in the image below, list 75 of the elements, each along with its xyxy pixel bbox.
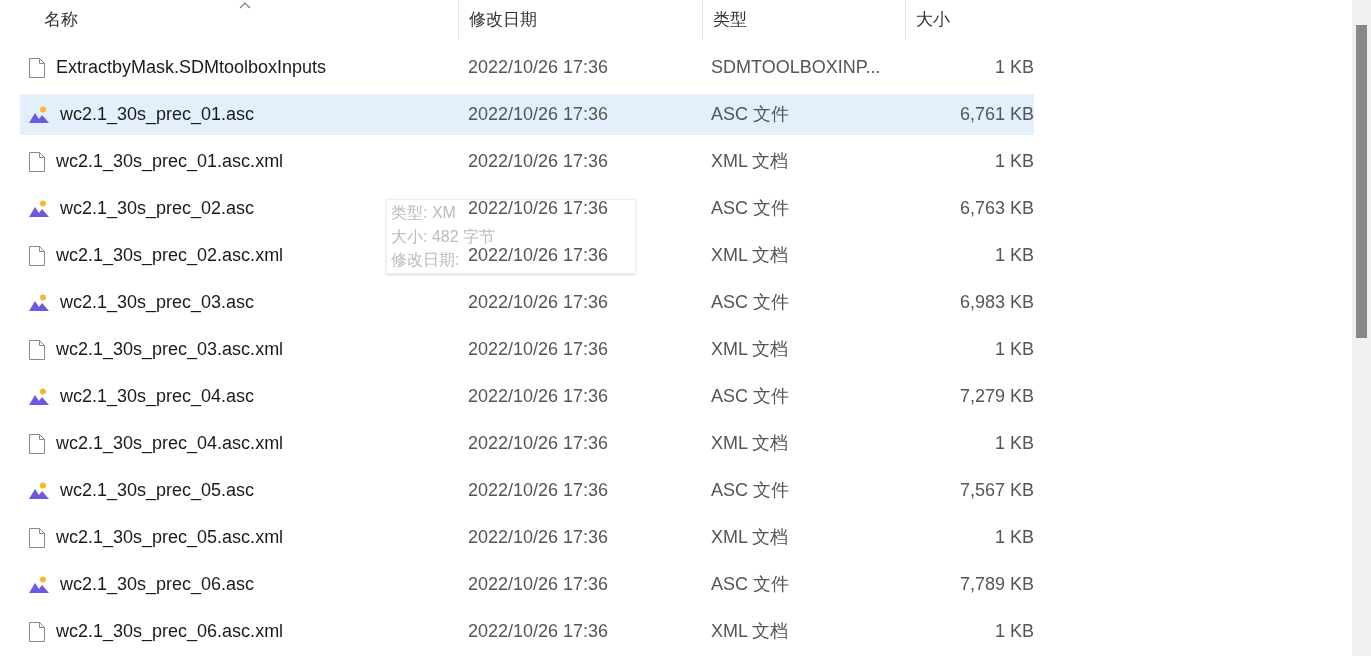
file-size: 1 KB xyxy=(994,433,1034,453)
file-size: 1 KB xyxy=(994,621,1034,641)
document-icon xyxy=(28,244,46,267)
file-name: wc2.1_30s_prec_04.asc xyxy=(60,385,255,409)
mountain-icon xyxy=(28,575,50,594)
file-name: wc2.1_30s_prec_01.asc.xml xyxy=(56,150,284,174)
document-icon xyxy=(28,150,46,173)
column-header[interactable]: 大小 xyxy=(905,0,1040,40)
file-name: wc2.1_30s_prec_06.asc xyxy=(60,573,255,597)
file-size: 6,761 KB xyxy=(959,104,1034,124)
file-size: 1 KB xyxy=(994,151,1034,171)
document-icon xyxy=(28,56,46,79)
file-type: ASC 文件 xyxy=(711,198,789,218)
file-type: SDMTOOLBOXINP... xyxy=(711,57,881,77)
selected-row[interactable]: wc2.1_30s_prec_01.asc 2022/10/26 17:36 ASC 文件 6,761 KB xyxy=(20,94,1034,135)
file-type: ASC 文件 xyxy=(711,104,789,124)
file-type: ASC 文件 xyxy=(711,574,789,594)
file-name: wc2.1_30s_prec_05.asc xyxy=(60,479,255,503)
file-name: wc2.1_30s_prec_06.asc.xml xyxy=(56,620,284,644)
column-header[interactable]: 修改日期 xyxy=(458,0,702,40)
scrollbar[interactable] xyxy=(1352,0,1371,656)
modified-date: 2022/10/26 17:36 xyxy=(468,339,609,359)
file-name: wc2.1_30s_prec_03.asc xyxy=(60,291,255,315)
modified-date: 2022/10/26 17:36 xyxy=(468,151,609,171)
file-size: 7,567 KB xyxy=(959,480,1034,500)
file-type: XML 文档 xyxy=(711,527,789,547)
modified-date: 2022/10/26 17:36 xyxy=(468,621,609,641)
file-type: XML 文档 xyxy=(711,245,789,265)
file-type: XML 文档 xyxy=(711,433,789,453)
file-type: ASC 文件 xyxy=(711,292,789,312)
modified-date: 2022/10/26 17:36 xyxy=(468,198,609,218)
file-name: ExtractbyMask.SDMtoolboxInputs xyxy=(56,56,327,79)
modified-date: 2022/10/26 17:36 xyxy=(468,527,609,547)
modified-date: 2022/10/26 17:36 xyxy=(468,292,609,312)
modified-date: 2022/10/26 17:36 xyxy=(468,574,609,594)
tooltip-text: 大小: 482 字节 xyxy=(391,226,496,247)
column-header[interactable]: 类型 xyxy=(702,0,905,40)
file-type: ASC 文件 xyxy=(711,480,789,500)
file-name: wc2.1_30s_prec_02.asc xyxy=(60,197,255,221)
file-size: 1 KB xyxy=(994,57,1034,77)
file-size: 1 KB xyxy=(994,245,1034,265)
file-size: 6,763 KB xyxy=(959,198,1034,218)
modified-date: 2022/10/26 17:36 xyxy=(468,245,609,265)
file-size: 7,789 KB xyxy=(959,574,1034,594)
mountain-icon xyxy=(28,481,50,500)
file-name: wc2.1_30s_prec_01.asc xyxy=(60,103,255,127)
file-name: wc2.1_30s_prec_02.asc.xml xyxy=(56,244,284,268)
modified-date: 2022/10/26 17:36 xyxy=(468,57,609,77)
file-name: wc2.1_30s_prec_03.asc.xml xyxy=(56,338,284,362)
modified-date: 2022/10/26 17:36 xyxy=(468,480,609,500)
document-icon xyxy=(28,526,46,549)
file-type: XML 文档 xyxy=(711,339,789,359)
scrollbar-thumb[interactable] xyxy=(1356,25,1367,338)
tooltip-text: 类型: XM xyxy=(391,203,456,223)
document-icon xyxy=(28,620,46,643)
file-size: 1 KB xyxy=(994,339,1034,359)
document-icon xyxy=(28,432,46,455)
file-type: XML 文档 xyxy=(711,151,789,171)
file-type: ASC 文件 xyxy=(711,386,789,406)
modified-date: 2022/10/26 17:36 xyxy=(468,433,609,453)
tooltip-text: 修改日期: xyxy=(391,250,460,270)
column-header[interactable]: 名称 xyxy=(20,0,458,40)
mountain-icon xyxy=(28,199,50,218)
mountain-icon xyxy=(28,105,50,124)
file-type: XML 文档 xyxy=(711,621,789,641)
file-name: wc2.1_30s_prec_05.asc.xml xyxy=(56,526,284,550)
mountain-icon xyxy=(28,293,50,312)
file-name: wc2.1_30s_prec_04.asc.xml xyxy=(56,432,284,456)
file-size: 1 KB xyxy=(994,527,1034,547)
modified-date: 2022/10/26 17:36 xyxy=(468,386,609,406)
modified-date: 2022/10/26 17:36 xyxy=(468,104,609,124)
file-size: 7,279 KB xyxy=(959,386,1034,406)
file-size: 6,983 KB xyxy=(959,292,1034,312)
mountain-icon xyxy=(28,387,50,406)
document-icon xyxy=(28,338,46,361)
